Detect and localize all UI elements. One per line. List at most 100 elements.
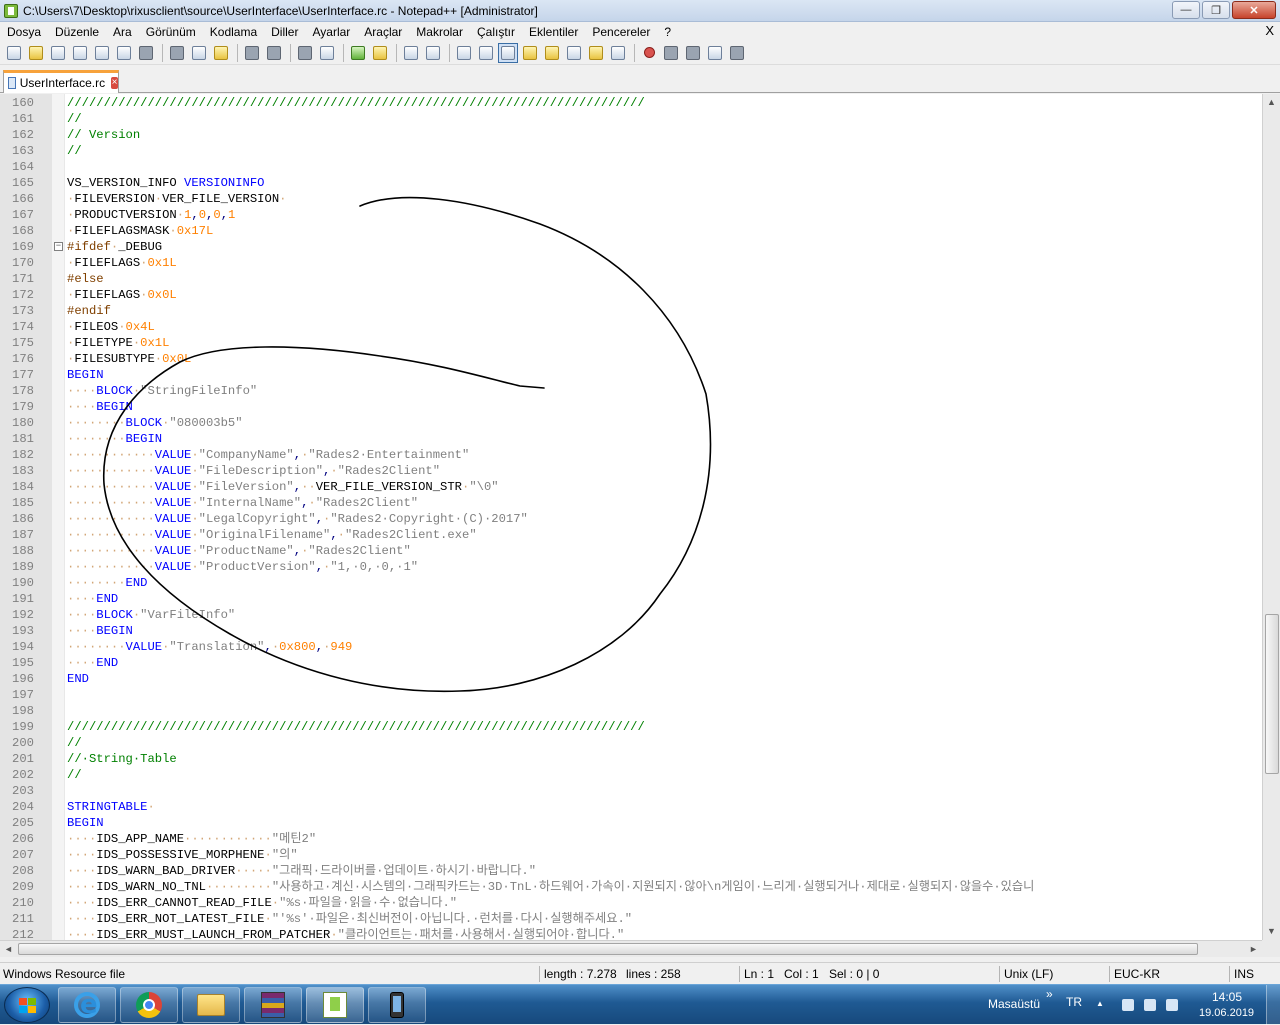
code-line[interactable]: 163 //	[0, 143, 1262, 159]
taskbar-winrar[interactable]	[244, 987, 302, 1023]
sync-h-icon[interactable]	[423, 43, 443, 63]
maximize-button[interactable]: ❐	[1202, 1, 1230, 19]
replace-icon[interactable]	[317, 43, 337, 63]
code-line[interactable]: 166 ·FILEVERSION·VER_FILE_VERSION·	[0, 191, 1262, 207]
code-line[interactable]: 186 ············VALUE·"LegalCopyright",·"…	[0, 511, 1262, 527]
menu-makrolar[interactable]: Makrolar	[409, 25, 470, 39]
tab-close-icon[interactable]: ×	[111, 77, 118, 89]
taskbar-phone-app[interactable]	[368, 987, 426, 1023]
paste-icon[interactable]	[211, 43, 231, 63]
horizontal-scrollbar[interactable]: ◄ ►	[0, 940, 1262, 957]
menu-kodlama[interactable]: Kodlama	[203, 25, 264, 39]
zoom-in-icon[interactable]	[348, 43, 368, 63]
code-line[interactable]: 194 ········VALUE·"Translation",·0x800,·9…	[0, 639, 1262, 655]
taskbar-explorer[interactable]	[182, 987, 240, 1023]
code-line[interactable]: 185 ············VALUE·"InternalName",·"Ra…	[0, 495, 1262, 511]
taskbar-notepadpp[interactable]	[306, 987, 364, 1023]
play-macro-icon[interactable]	[683, 43, 703, 63]
code-line[interactable]: 187 ············VALUE·"OriginalFilename",…	[0, 527, 1262, 543]
show-all-chars-icon[interactable]	[476, 43, 496, 63]
taskbar-internet-explorer[interactable]	[58, 987, 116, 1023]
scroll-right-icon[interactable]: ►	[1245, 941, 1262, 958]
status-eol[interactable]: Unix (LF)	[1004, 967, 1053, 981]
menu-ayarlar[interactable]: Ayarlar	[305, 25, 357, 39]
vertical-scrollbar[interactable]: ▲ ▼	[1262, 94, 1280, 940]
code-line[interactable]: 210 ····IDS_ERR_CANNOT_READ_FILE·"%s·파일을·…	[0, 895, 1262, 911]
code-line[interactable]: 168 ·FILEFLAGSMASK·0x17L	[0, 223, 1262, 239]
code-line[interactable]: 177 BEGIN	[0, 367, 1262, 383]
code-line[interactable]: 212 ····IDS_ERR_MUST_LAUNCH_FROM_PATCHER·…	[0, 927, 1262, 940]
code-line[interactable]: 178 ····BLOCK·"StringFileInfo"	[0, 383, 1262, 399]
menu-gorunum[interactable]: Görünüm	[139, 25, 203, 39]
desktop-toolbar-label[interactable]: Masaüstü	[988, 997, 1040, 1011]
code-line[interactable]: 206 ····IDS_APP_NAME············"메틴2"	[0, 831, 1262, 847]
code-line[interactable]: 174 ·FILEOS·0x4L	[0, 319, 1262, 335]
word-wrap-icon[interactable]	[454, 43, 474, 63]
code-line[interactable]: 200 //	[0, 735, 1262, 751]
monitor-icon[interactable]	[608, 43, 628, 63]
code-line[interactable]: 209 ····IDS_WARN_NO_TNL·········"사용하고·계신·…	[0, 879, 1262, 895]
zoom-out-icon[interactable]	[370, 43, 390, 63]
stop-macro-icon[interactable]	[661, 43, 681, 63]
vertical-scroll-thumb[interactable]	[1265, 614, 1279, 774]
volume-icon[interactable]	[1144, 999, 1156, 1011]
code-line[interactable]: 195 ····END	[0, 655, 1262, 671]
scroll-left-icon[interactable]: ◄	[0, 941, 17, 958]
fold-toggle-icon[interactable]: −	[54, 242, 63, 251]
horizontal-scroll-thumb[interactable]	[18, 943, 1198, 955]
indent-guide-icon[interactable]	[498, 42, 518, 63]
run-macro-multiple-icon[interactable]	[705, 43, 725, 63]
code-line[interactable]: 201 //·String·Table	[0, 751, 1262, 767]
code-line[interactable]: 180 ········BLOCK·"080003b5"	[0, 415, 1262, 431]
start-button[interactable]	[4, 987, 50, 1023]
code-line[interactable]: 198	[0, 703, 1262, 719]
code-line[interactable]: 204 STRINGTABLE·	[0, 799, 1262, 815]
cut-icon[interactable]	[167, 43, 187, 63]
close-icon[interactable]	[92, 43, 112, 63]
menu-calistir[interactable]: Çalıştır	[470, 25, 522, 39]
taskbar-chrome[interactable]	[120, 987, 178, 1023]
code-line[interactable]: 165 VS_VERSION_INFO VERSIONINFO	[0, 175, 1262, 191]
code-line[interactable]: 205 BEGIN	[0, 815, 1262, 831]
code-line[interactable]: 169 − #ifdef·_DEBUG	[0, 239, 1262, 255]
copy-icon[interactable]	[189, 43, 209, 63]
code-line[interactable]: 161 //	[0, 111, 1262, 127]
toolbar-chevron-icon[interactable]: »	[1046, 987, 1053, 1001]
sync-v-icon[interactable]	[401, 43, 421, 63]
code-line[interactable]: 167 ·PRODUCTVERSION·1,0,0,1	[0, 207, 1262, 223]
code-line[interactable]: 211 ····IDS_ERR_NOT_LATEST_FILE·"'%s'·파일은…	[0, 911, 1262, 927]
code-line[interactable]: 162 // Version	[0, 127, 1262, 143]
open-icon[interactable]	[26, 43, 46, 63]
menu-help[interactable]: ?	[657, 25, 678, 39]
function-list-icon[interactable]	[564, 43, 584, 63]
doc-map-icon[interactable]	[542, 43, 562, 63]
code-line[interactable]: 181 ········BEGIN	[0, 431, 1262, 447]
code-line[interactable]: 197	[0, 687, 1262, 703]
network-icon[interactable]	[1166, 999, 1178, 1011]
code-line[interactable]: 184 ············VALUE·"FileVersion",··VER…	[0, 479, 1262, 495]
code-editor[interactable]: 160/////////////////////////////////////…	[0, 94, 1262, 940]
menu-duzenle[interactable]: Düzenle	[48, 25, 106, 39]
code-line[interactable]: 182 ············VALUE·"CompanyName",·"Rad…	[0, 447, 1262, 463]
code-line[interactable]: 183 ············VALUE·"FileDescription",·…	[0, 463, 1262, 479]
code-line[interactable]: 196 END	[0, 671, 1262, 687]
menu-dosya[interactable]: Dosya	[0, 25, 48, 39]
save-all-icon[interactable]	[70, 43, 90, 63]
language-indicator[interactable]: TR	[1066, 995, 1082, 1009]
menu-diller[interactable]: Diller	[264, 25, 305, 39]
clock-time[interactable]: 14:05	[1212, 990, 1242, 1004]
scroll-up-icon[interactable]: ▲	[1263, 94, 1280, 111]
code-line[interactable]: 171 #else	[0, 271, 1262, 287]
clock-date[interactable]: 19.06.2019	[1199, 1007, 1254, 1019]
new-icon[interactable]	[4, 43, 24, 63]
device-tray-icon[interactable]	[1122, 999, 1134, 1011]
code-line[interactable]: 176 ·FILESUBTYPE·0x0L	[0, 351, 1262, 367]
code-line[interactable]: 160 /////////////////////////////////////…	[0, 95, 1262, 111]
tab-userinterface-rc[interactable]: UserInterface.rc ×	[3, 70, 119, 93]
close-button[interactable]: ✕	[1232, 1, 1276, 19]
code-line[interactable]: 175 ·FILETYPE·0x1L	[0, 335, 1262, 351]
status-encoding[interactable]: EUC-KR	[1114, 967, 1160, 981]
code-line[interactable]: 208 ····IDS_WARN_BAD_DRIVER·····"그래픽·드라이버…	[0, 863, 1262, 879]
code-line[interactable]: 173 #endif	[0, 303, 1262, 319]
show-hidden-icons-icon[interactable]: ▲	[1096, 999, 1104, 1008]
